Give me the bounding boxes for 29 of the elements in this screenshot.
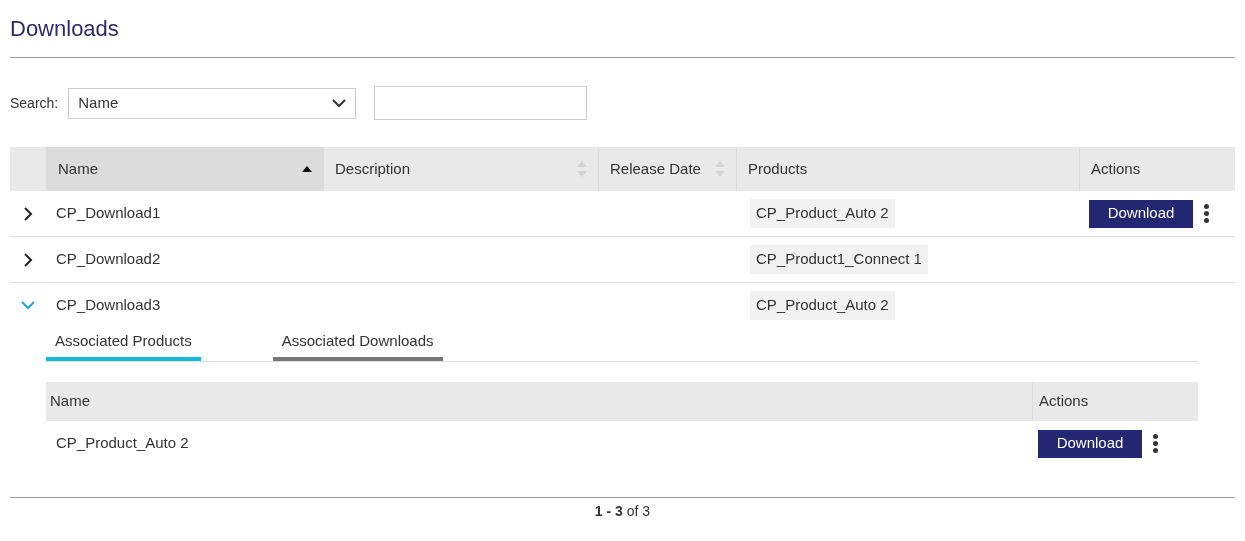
product-tag: CP_Product_Auto 2: [750, 199, 895, 228]
column-header[interactable]: Name: [46, 147, 323, 191]
column-header: Actions: [1032, 381, 1198, 421]
chevron-down-icon: [332, 98, 347, 108]
chevron-right-icon[interactable]: [23, 252, 33, 267]
chevron-right-icon[interactable]: [23, 206, 33, 221]
page-title: Downloads: [10, 15, 119, 43]
table-cell-text: CP_Download1: [55, 203, 162, 224]
search-field-dropdown[interactable]: Name: [68, 87, 357, 119]
tab[interactable]: Associated Downloads: [272, 330, 443, 361]
more-options-icon[interactable]: [1153, 434, 1158, 453]
table-cell-text: CP_Product_Auto 2: [55, 433, 190, 454]
download-button[interactable]: Download: [1038, 429, 1142, 458]
search-label: Search:: [10, 93, 59, 113]
column-header: Products: [736, 147, 1079, 191]
more-options-icon[interactable]: [1204, 204, 1209, 223]
product-tag: CP_Product_Auto 2: [750, 291, 895, 320]
tab[interactable]: Associated Products: [46, 330, 201, 361]
product-tag: CP_Product1_Connect 1: [750, 245, 928, 274]
table-cell-text: CP_Download3: [55, 295, 162, 316]
download-button[interactable]: Download: [1089, 199, 1193, 228]
search-input[interactable]: [374, 86, 588, 120]
pagination-text: 1 - 3 of 3: [594, 501, 651, 521]
column-header: Name: [49, 390, 91, 411]
column-header: Actions: [1079, 147, 1235, 191]
column-header[interactable]: Release Date: [598, 147, 736, 191]
column-header[interactable]: Description: [323, 147, 598, 191]
table-cell-text: CP_Download2: [55, 249, 162, 270]
chevron-down-icon[interactable]: [21, 301, 35, 310]
